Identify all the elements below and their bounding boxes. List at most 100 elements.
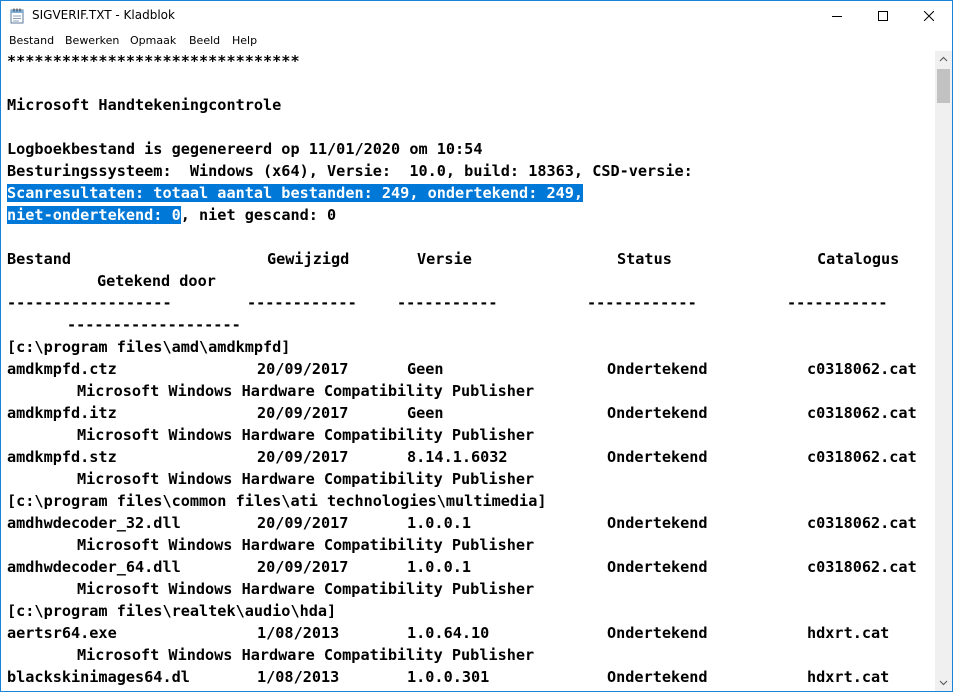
- header-bestand: Bestand: [7, 250, 72, 268]
- file-catalog: c0318062.cat: [807, 558, 917, 576]
- selected-text: niet-ondertekend: 0: [7, 206, 181, 224]
- close-icon: [924, 11, 934, 21]
- file-name: amdhwdecoder_64.dll: [7, 558, 181, 576]
- log-heading: Microsoft Handtekeningcontrole: [7, 96, 282, 114]
- file-catalog: c0318062.cat: [807, 360, 917, 378]
- menu-help[interactable]: Help: [232, 34, 257, 47]
- close-button[interactable]: [906, 1, 952, 31]
- generated-line: Logboekbestand is gegenereerd op 11/01/2…: [7, 140, 483, 158]
- maximize-button[interactable]: [860, 1, 906, 31]
- file-name: amdkmpfd.stz: [7, 448, 117, 466]
- text-editor[interactable]: ******************************** Microso…: [1, 51, 935, 691]
- minimize-icon: [832, 16, 842, 17]
- header-status: Status: [617, 250, 672, 268]
- separator: ------------: [247, 294, 357, 312]
- selected-text: Scanresultaten: totaal aantal bestanden:…: [7, 184, 584, 202]
- file-entry: amdhwdecoder_32.dll 20/09/2017 1.0.0.1 Onde…: [7, 512, 927, 534]
- menu-opmaak[interactable]: Opmaak: [130, 34, 176, 47]
- menu-beeld[interactable]: Beeld: [189, 34, 220, 47]
- separator: ------------: [587, 294, 697, 312]
- file-version: 1.0.0.1: [407, 558, 472, 576]
- file-status: Ondertekend: [607, 360, 708, 378]
- file-entry: amdhwdecoder_64.dll 20/09/2017 1.0.0.1 Onde…: [7, 556, 927, 578]
- file-date: 20/09/2017: [257, 558, 349, 576]
- file-status: Ondertekend: [607, 558, 708, 576]
- signer-text: Microsoft Windows Hardware Compatibility…: [77, 536, 535, 554]
- notepad-icon: [10, 8, 24, 24]
- separator: ------------------: [7, 294, 172, 312]
- separator-line-2: -------------------: [7, 314, 927, 336]
- file-catalog: c0318062.cat: [807, 448, 917, 466]
- signer-text: Microsoft Windows Hardware Compatibility…: [77, 646, 535, 664]
- separator: -------------------: [67, 316, 241, 334]
- file-status: Ondertekend: [607, 404, 708, 422]
- directory-line: [c:\program files\realtek\audio\hda]: [7, 602, 337, 620]
- header-gewijzigd: Gewijzigd: [267, 250, 350, 268]
- file-catalog: hdxrt.cat: [807, 668, 890, 686]
- file-name: amdhwdecoder_32.dll: [7, 514, 181, 532]
- maximize-icon: [878, 11, 888, 21]
- file-catalog: c0318062.cat: [807, 404, 917, 422]
- file-version: Geen: [407, 404, 444, 422]
- file-status: Ondertekend: [607, 448, 708, 466]
- file-entry: amdkmpfd.stz 20/09/2017 8.14.1.6032 Onderte…: [7, 446, 927, 468]
- signer-line: Microsoft Windows Hardware Compatibility…: [7, 380, 927, 402]
- separator: -----------: [787, 294, 888, 312]
- file-date: 20/09/2017: [257, 360, 349, 378]
- scan-results-line-2: niet-ondertekend: 0, niet gescand: 0: [7, 204, 336, 226]
- table-header-2: Getekend door: [7, 270, 927, 292]
- vertical-scrollbar[interactable]: [935, 51, 952, 691]
- file-entry: blackskinimages64.dl 1/08/2013 1.0.0.301 On…: [7, 666, 927, 688]
- minimize-button[interactable]: [814, 1, 860, 31]
- stars-line: ********************************: [7, 52, 300, 70]
- header-getekend-door: Getekend door: [97, 272, 216, 290]
- signer-line: Microsoft Windows Hardware Compatibility…: [7, 424, 927, 446]
- file-name: blackskinimages64.dl: [7, 668, 190, 686]
- header-versie: Versie: [417, 250, 472, 268]
- menu-bar: Bestand Bewerken Opmaak Beeld Help: [1, 31, 952, 51]
- separator: -----------: [397, 294, 498, 312]
- scroll-up-icon[interactable]: [935, 51, 952, 68]
- scrollbar-thumb[interactable]: [937, 69, 950, 103]
- file-date: 1/08/2013: [257, 668, 340, 686]
- file-name: aertsr64.exe: [7, 624, 117, 642]
- file-version: 1.0.0.301: [407, 668, 490, 686]
- signer-line: Microsoft Windows Hardware Compatibility…: [7, 578, 927, 600]
- file-date: 1/08/2013: [257, 624, 340, 642]
- file-name: amdkmpfd.ctz: [7, 360, 117, 378]
- file-status: Ondertekend: [607, 514, 708, 532]
- file-date: 20/09/2017: [257, 404, 349, 422]
- file-status: Ondertekend: [607, 624, 708, 642]
- notepad-window: SIGVERIF.TXT - Kladblok Bestand Bewerken…: [0, 0, 953, 692]
- scroll-down-icon[interactable]: [935, 674, 952, 691]
- file-date: 20/09/2017: [257, 448, 349, 466]
- file-entry: amdkmpfd.itz 20/09/2017 Geen Ondertekend c03…: [7, 402, 927, 424]
- signer-text: Microsoft Windows Hardware Compatibility…: [77, 580, 535, 598]
- file-date: 20/09/2017: [257, 514, 349, 532]
- signer-line: Microsoft Windows Hardware Compatibility…: [7, 534, 927, 556]
- os-line: Besturingssysteem: Windows (x64), Versie…: [7, 162, 693, 180]
- file-status: Ondertekend: [607, 668, 708, 686]
- title-bar[interactable]: SIGVERIF.TXT - Kladblok: [1, 1, 952, 31]
- file-version: Geen: [407, 360, 444, 378]
- signer-line: Microsoft Windows Hardware Compatibility…: [7, 644, 927, 666]
- signer-line: Microsoft Windows Hardware Compatibility…: [7, 468, 927, 490]
- file-name: amdkmpfd.itz: [7, 404, 117, 422]
- signer-text: Microsoft Windows Hardware Compatibility…: [77, 470, 535, 488]
- scan-results-line: Scanresultaten: totaal aantal bestanden:…: [7, 182, 584, 204]
- signer-text: Microsoft Windows Hardware Compatibility…: [77, 382, 535, 400]
- directory-line: [c:\program files\amd\amdkmpfd]: [7, 338, 291, 356]
- directory-line: [c:\program files\common files\ati techn…: [7, 492, 547, 510]
- file-catalog: c0318062.cat: [807, 514, 917, 532]
- file-catalog: hdxrt.cat: [807, 624, 890, 642]
- separator-line: ------------------ ------------ --------…: [7, 292, 927, 314]
- scan-results-rest: , niet gescand: 0: [180, 206, 337, 224]
- header-catalogus: Catalogus: [817, 250, 900, 268]
- file-version: 8.14.1.6032: [407, 448, 508, 466]
- menu-bewerken[interactable]: Bewerken: [65, 34, 119, 47]
- file-version: 1.0.0.1: [407, 514, 472, 532]
- file-entry: amdkmpfd.ctz 20/09/2017 Geen Ondertekend c03…: [7, 358, 927, 380]
- window-title: SIGVERIF.TXT - Kladblok: [32, 8, 175, 22]
- file-version: 1.0.64.10: [407, 624, 490, 642]
- menu-bestand[interactable]: Bestand: [9, 34, 54, 47]
